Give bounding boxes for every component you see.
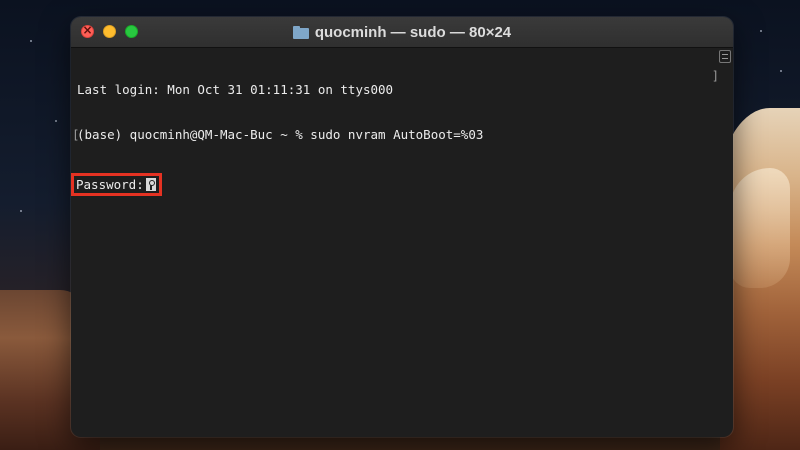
star — [780, 70, 782, 72]
password-line: Password: — [71, 172, 727, 196]
window-title: quocminh — sudo — 80×24 — [292, 23, 512, 41]
password-prompt: Password: — [76, 177, 144, 192]
folder-icon — [292, 25, 309, 39]
star — [20, 210, 22, 212]
star — [760, 30, 762, 32]
window-controls — [81, 23, 138, 38]
maximize-button[interactable] — [125, 25, 138, 38]
password-highlight-box: Password: — [71, 173, 162, 196]
window-title-text: quocminh — sudo — 80×24 — [314, 23, 512, 41]
minimize-button[interactable] — [103, 25, 116, 38]
terminal-line-last-login: Last login: Mon Oct 31 01:11:31 on ttys0… — [77, 82, 394, 97]
star — [30, 40, 32, 42]
star — [55, 120, 57, 122]
terminal-window[interactable]: quocminh — sudo — 80×24 ] Last login: Mo… — [71, 17, 733, 437]
close-button[interactable] — [81, 23, 94, 38]
terminal-output[interactable]: Last login: Mon Oct 31 01:11:31 on ttys0… — [71, 48, 733, 437]
terminal-line-command: (base) quocminh@QM-Mac-Buc ~ % sudo nvra… — [72, 127, 727, 142]
key-icon — [145, 178, 156, 191]
title-bar[interactable]: quocminh — sudo — 80×24 — [71, 17, 733, 48]
